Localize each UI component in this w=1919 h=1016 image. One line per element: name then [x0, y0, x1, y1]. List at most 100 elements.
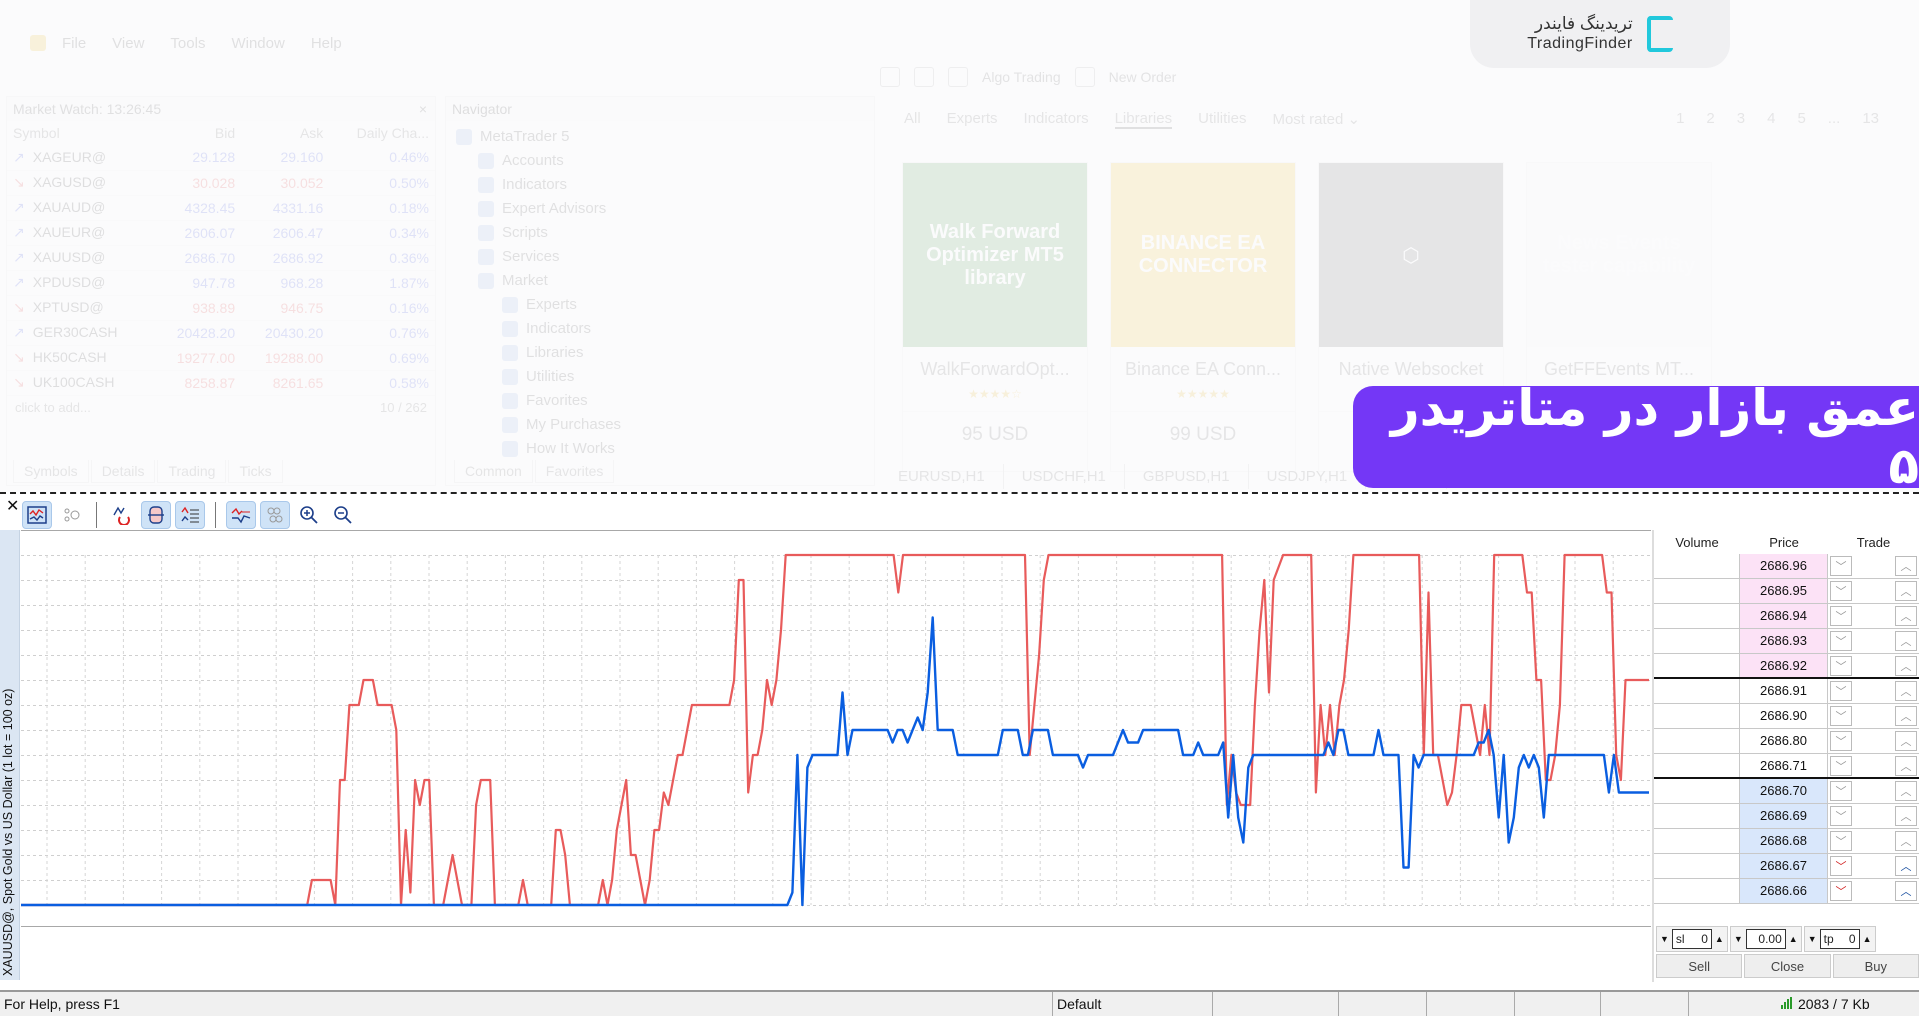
sell-limit-chevron-down-icon[interactable]: ﹀ — [1830, 731, 1852, 751]
tp-decrease-button[interactable]: ▼ — [1808, 934, 1817, 944]
chart-tab[interactable]: USDJPY,H1 — [1249, 464, 1367, 489]
market-watch-row[interactable]: ↗ XAUAUD@ 4328.45 4331.16 0.18% — [7, 195, 435, 221]
price-cell[interactable]: 2686.91 — [1740, 679, 1828, 703]
page-link[interactable]: ... — [1828, 110, 1841, 127]
sell-limit-chevron-down-icon[interactable]: ﹀ — [1830, 806, 1852, 826]
buy-limit-chevron-up-icon[interactable]: ︿ — [1895, 755, 1917, 776]
sell-limit-chevron-down-icon[interactable]: ﹀ — [1830, 706, 1852, 726]
buy-limit-chevron-up-icon[interactable]: ︿ — [1895, 781, 1917, 801]
page-link[interactable]: 2 — [1706, 110, 1714, 127]
navigator-item[interactable]: MetaTrader 5 — [456, 125, 864, 149]
close-button[interactable]: Close — [1744, 954, 1831, 978]
market-watch-row[interactable]: ↗ XAUEUR@ 2606.07 2606.47 0.34% — [7, 220, 435, 246]
sell-limit-chevron-down-icon[interactable]: ﹀ — [1830, 655, 1852, 676]
sell-limit-chevron-down-icon[interactable]: ﹀ — [1830, 831, 1852, 851]
tab-favorites[interactable]: Favorites — [534, 460, 615, 483]
navigator-item[interactable]: Market — [456, 269, 864, 293]
price-cell[interactable]: 2686.71 — [1740, 754, 1828, 777]
new-order-button[interactable]: New Order — [1109, 69, 1177, 85]
tab-trading[interactable]: Trading — [157, 460, 227, 483]
navigator-item[interactable]: Favorites — [456, 389, 864, 413]
volume-levels-icon[interactable] — [175, 501, 205, 529]
navigator-item[interactable]: Utilities — [456, 365, 864, 389]
sell-limit-chevron-down-icon[interactable]: ﹀ — [1830, 856, 1852, 876]
sell-limit-chevron-down-icon[interactable]: ﹀ — [1830, 681, 1852, 701]
volume-increase-button[interactable]: ▲ — [1789, 934, 1798, 944]
market-filter-tab[interactable]: Libraries — [1114, 110, 1173, 129]
magnet-icon[interactable] — [107, 501, 137, 529]
navigator-item[interactable]: Scripts — [456, 221, 864, 245]
price-cell[interactable]: 2686.96 — [1740, 554, 1828, 578]
market-watch-row[interactable]: ↘ XAGUSD@ 30.028 30.052 0.50% — [7, 170, 435, 196]
volume-decrease-button[interactable]: ▼ — [1734, 934, 1743, 944]
template-icon[interactable] — [914, 67, 934, 87]
close-icon[interactable]: ✕ — [6, 496, 19, 516]
sl-decrease-button[interactable]: ▼ — [1660, 934, 1669, 944]
price-cell[interactable]: 2686.80 — [1740, 729, 1828, 753]
col-ask[interactable]: Ask — [241, 121, 329, 145]
tick-chart-icon[interactable] — [22, 501, 52, 529]
market-watch-row[interactable]: ↘ XPTUSD@ 938.89 946.75 0.16% — [7, 295, 435, 321]
buy-limit-chevron-up-icon[interactable]: ︿ — [1895, 655, 1917, 676]
tp-field[interactable]: tp 0 — [1819, 929, 1860, 949]
page-link[interactable]: 13 — [1862, 110, 1879, 127]
price-cell[interactable]: 2686.95 — [1740, 579, 1828, 603]
tp-increase-button[interactable]: ▲ — [1863, 934, 1872, 944]
tab-common[interactable]: Common — [454, 460, 533, 483]
chart-tab[interactable]: USDCHF,H1 — [1004, 464, 1125, 489]
buy-limit-chevron-up-icon[interactable]: ︿ — [1895, 731, 1917, 751]
price-cell[interactable]: 2686.94 — [1740, 604, 1828, 628]
new-order-icon[interactable] — [1074, 67, 1095, 87]
sell-limit-chevron-down-icon[interactable]: ﹀ — [1830, 556, 1852, 576]
market-filter-tab[interactable]: Indicators — [1024, 110, 1089, 129]
tab-ticks[interactable]: Ticks — [228, 460, 283, 483]
navigator-item[interactable]: Indicators — [456, 173, 864, 197]
chart-tab[interactable]: EURUSD,H1 — [880, 464, 1004, 489]
menu-tools[interactable]: Tools — [170, 35, 205, 52]
col-bid[interactable]: Bid — [153, 121, 241, 145]
algo-trading-button[interactable]: Algo Trading — [982, 69, 1061, 85]
menu-help[interactable]: Help — [311, 35, 342, 52]
time-sales-icon[interactable] — [56, 501, 86, 529]
price-cell[interactable]: 2686.90 — [1740, 704, 1828, 728]
trades-bubbles-icon[interactable] — [260, 501, 290, 529]
market-product-card[interactable]: Walk Forward Optimizer MT5 library WalkFo… — [902, 162, 1088, 472]
menu-view[interactable]: View — [112, 35, 144, 52]
navigator-item[interactable]: My Purchases — [456, 413, 864, 437]
price-cell[interactable]: 2686.70 — [1740, 779, 1828, 803]
buy-limit-chevron-up-icon[interactable]: ︿ — [1895, 706, 1917, 726]
market-filter-tab[interactable]: All — [904, 110, 921, 129]
page-link[interactable]: 1 — [1676, 110, 1684, 127]
price-cell[interactable]: 2686.66 — [1740, 879, 1828, 903]
tab-details[interactable]: Details — [90, 460, 156, 483]
price-cell[interactable]: 2686.67 — [1740, 854, 1828, 878]
bid-ask-lines-icon[interactable] — [226, 501, 256, 529]
buy-limit-chevron-up-icon[interactable]: ︿ — [1895, 831, 1917, 851]
buy-limit-chevron-up-icon[interactable]: ︿ — [1895, 806, 1917, 826]
market-product-card[interactable]: BINANCE EA CONNECTOR Binance EA Conn... ★★… — [1110, 162, 1296, 472]
navigator-item[interactable]: Expert Advisors — [456, 197, 864, 221]
volume-field[interactable]: 0.00 — [1745, 929, 1786, 949]
page-link[interactable]: 3 — [1737, 110, 1745, 127]
market-filter-tab[interactable]: Most rated ⌄ — [1272, 110, 1360, 129]
col-daily-change[interactable]: Daily Cha... — [329, 121, 435, 145]
market-watch-row[interactable]: ↗ XAGEUR@ 29.128 29.160 0.46% — [7, 145, 435, 171]
buy-button[interactable]: Buy — [1832, 954, 1919, 978]
market-watch-row[interactable]: ↘ UK100CASH 8258.87 8261.65 0.58% — [7, 370, 435, 396]
page-link[interactable]: 5 — [1797, 110, 1805, 127]
close-icon[interactable]: × — [419, 97, 427, 121]
menu-window[interactable]: Window — [231, 35, 284, 52]
price-cell[interactable]: 2686.69 — [1740, 804, 1828, 828]
center-price-icon[interactable] — [141, 501, 171, 529]
algo-trading-icon[interactable] — [948, 67, 968, 87]
navigator-item[interactable]: Accounts — [456, 149, 864, 173]
zoom-in-icon[interactable] — [294, 501, 324, 529]
add-symbol-link[interactable]: click to add... — [15, 400, 91, 415]
sell-limit-chevron-down-icon[interactable]: ﹀ — [1830, 631, 1852, 651]
price-cell[interactable]: 2686.92 — [1740, 654, 1828, 677]
zoom-out-icon[interactable] — [328, 501, 358, 529]
buy-limit-chevron-up-icon[interactable]: ︿ — [1895, 606, 1917, 626]
market-filter-tab[interactable]: Experts — [947, 110, 998, 129]
navigator-item[interactable]: Indicators — [456, 317, 864, 341]
chart-type-icon[interactable] — [880, 67, 900, 87]
